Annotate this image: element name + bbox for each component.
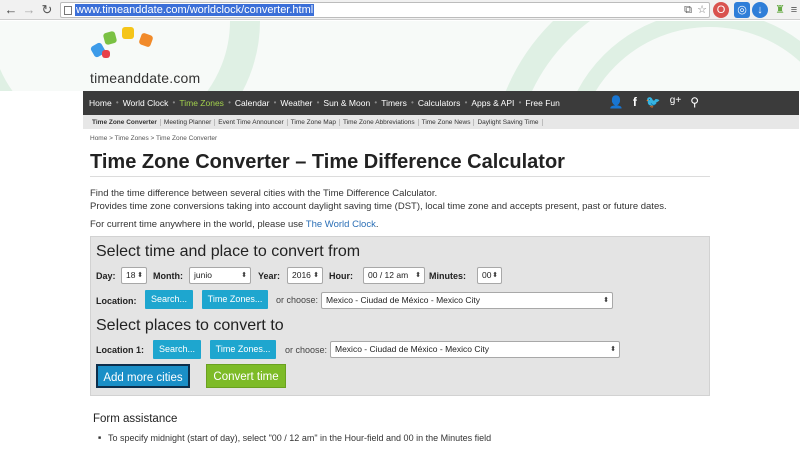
hour-select[interactable]: 00 / 12 am ⬍ [363,267,425,284]
or-choose-label-2: or choose: [285,345,328,355]
nav-world-clock[interactable]: World Clock [117,98,175,108]
month-value: junio [194,270,212,280]
to-heading: Select places to convert to [96,317,284,334]
subnav-time-zone-map[interactable]: Time Zone Map [288,118,340,126]
intro-text: Find the time difference between several… [90,187,667,213]
from-location-select[interactable]: Mexico - Ciudad de México - Mexico City ⬍ [321,292,613,309]
intro-line-1: Find the time difference between several… [90,188,438,199]
from-heading: Select time and place to convert from [96,243,361,260]
nav-calculators[interactable]: Calculators [412,98,467,108]
page-icon [64,6,72,15]
from-timezones-button[interactable]: Time Zones... [202,290,268,309]
year-select[interactable]: 2016 ⬍ [287,267,323,284]
intro-line-3: For current time anywhere in the world, … [90,219,378,230]
form-assistance-title: Form assistance [93,413,178,425]
logo-petal [102,30,118,46]
logo-text: timeanddate.com [90,70,201,86]
subnav-time-zone-news[interactable]: Time Zone News [419,118,475,126]
or-choose-label: or choose: [276,295,319,305]
convert-time-button[interactable]: Convert time [206,364,286,388]
nav-timers[interactable]: Timers [375,98,413,108]
intro-line-2: Provides time zone conversions taking in… [90,201,667,212]
search-icon[interactable]: ⚲ [690,95,699,109]
back-arrow-icon[interactable]: ← [2,1,20,19]
converter-form: Select time and place to convert from Da… [90,236,710,396]
stepper-icon: ⬍ [415,272,421,279]
nav-icons: 👤 f 🐦 g+ ⚲ [609,95,699,109]
from-search-button[interactable]: Search... [145,290,193,309]
opera-extension-icon[interactable]: O [713,2,729,18]
month-select[interactable]: junio ⬍ [189,267,251,284]
subnav-meeting-planner[interactable]: Meeting Planner [161,118,216,126]
site-header: timeanddate.com [0,21,800,91]
stepper-icon: ⬍ [603,297,609,304]
world-clock-link[interactable]: The World Clock [306,219,376,230]
forward-arrow-icon[interactable]: → [20,1,38,19]
nav-calendar[interactable]: Calendar [229,98,276,108]
year-label: Year: [258,271,281,281]
sub-nav: Time Zone Converter Meeting Planner Even… [83,115,799,129]
nav-sun-moon[interactable]: Sun & Moon [317,98,377,108]
user-icon[interactable]: 👤 [609,95,624,109]
hour-value: 00 / 12 am [368,270,409,280]
location-1-label: Location 1: [96,345,145,355]
stepper-icon: ⬍ [610,346,616,353]
url-text: www.timeanddate.com/worldclock/converter… [75,4,315,16]
subnav-daylight-saving-time[interactable]: Daylight Saving Time [474,118,543,126]
minutes-select[interactable]: 00 ⬍ [477,267,502,284]
nav-free-fun[interactable]: Free Fun [519,98,565,108]
month-label: Month: [153,271,183,281]
shield-extension-icon[interactable]: ◎ [734,2,750,18]
address-bar[interactable]: www.timeanddate.com/worldclock/converter… [60,2,710,18]
download-icon[interactable]: ↓ [752,2,768,18]
subnav-event-time-announcer[interactable]: Event Time Announcer [215,118,288,126]
breadcrumb[interactable]: Home > Time Zones > Time Zone Converter [90,135,217,142]
nav-weather[interactable]: Weather [274,98,319,108]
facebook-icon[interactable]: f [633,95,637,109]
logo-petal [138,32,154,48]
year-value: 2016 [292,270,311,280]
stepper-icon: ⬍ [492,272,498,279]
to-search-button[interactable]: Search... [153,340,201,359]
subnav-time-zone-converter[interactable]: Time Zone Converter [89,118,161,126]
divider [90,176,710,177]
minutes-value: 00 [482,270,492,280]
day-label: Day: [96,271,116,281]
nav-home[interactable]: Home [83,98,118,108]
google-plus-icon[interactable]: g+ [670,95,681,109]
nav-apps-api[interactable]: Apps & API [465,98,521,108]
day-select[interactable]: 18 ⬍ [121,267,147,284]
subnav-time-zone-abbreviations[interactable]: Time Zone Abbreviations [340,118,419,126]
to-location-value: Mexico - Ciudad de México - Mexico City [335,344,489,354]
nav-time-zones[interactable]: Time Zones [173,98,230,108]
stepper-icon: ⬍ [241,272,247,279]
browser-toolbar: ← → ↻ www.timeanddate.com/worldclock/con… [0,0,800,20]
intro-suffix: . [375,219,379,230]
from-location-value: Mexico - Ciudad de México - Mexico City [326,295,480,305]
hour-label: Hour: [329,271,353,281]
intro-prefix: For current time anywhere in the world, … [90,219,306,230]
twitter-icon[interactable]: 🐦 [646,95,661,109]
minutes-label: Minutes: [429,271,466,281]
site-logo[interactable]: timeanddate.com [82,26,202,90]
logo-petal [102,50,110,58]
reload-icon[interactable]: ↻ [38,1,56,19]
form-assistance-item: To specify midnight (start of day), sele… [98,433,491,443]
main-nav: Home World Clock Time Zones Calendar Wea… [83,91,799,115]
day-value: 18 [126,270,136,280]
stepper-icon: ⬍ [313,272,319,279]
bookmark-star-icon[interactable]: ☆ [694,2,710,18]
to-location-select[interactable]: Mexico - Ciudad de México - Mexico City ⬍ [330,341,620,358]
stepper-icon: ⬍ [137,272,143,279]
location-label: Location: [96,296,137,306]
page-title: Time Zone Converter – Time Difference Ca… [90,151,565,173]
logo-petal [122,27,134,39]
menu-icon[interactable]: ≡ [786,2,800,18]
add-more-cities-button[interactable]: Add more cities [96,364,190,388]
to-timezones-button[interactable]: Time Zones... [210,340,276,359]
